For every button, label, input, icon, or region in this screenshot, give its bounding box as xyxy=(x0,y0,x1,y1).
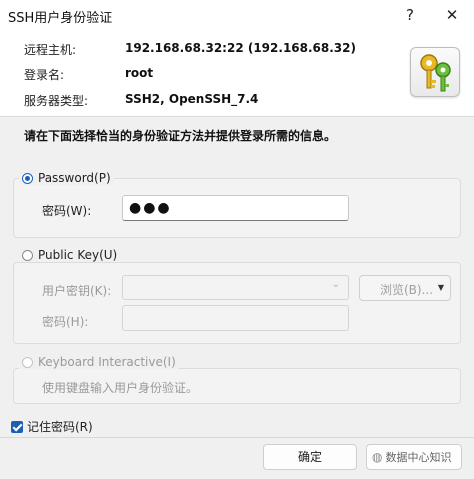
public-key-radio-indicator[interactable] xyxy=(22,249,33,261)
keyboard-interactive-radio-label: Keyboard Interactive(I) xyxy=(38,355,176,369)
passphrase-label: 密码(H): xyxy=(42,315,89,329)
close-button[interactable]: ✕ xyxy=(441,4,463,26)
key-icon xyxy=(410,47,460,97)
password-field-label: 密码(W): xyxy=(42,204,92,218)
login-name-value: root xyxy=(125,66,154,80)
help-button[interactable]: ? xyxy=(399,4,421,26)
browse-button-label: 浏览(B)... xyxy=(380,283,434,297)
user-key-combobox[interactable]: ⌄ xyxy=(122,275,349,300)
browse-button[interactable]: 浏览(B)... ▼ xyxy=(359,275,451,301)
remote-host-label: 远程主机: xyxy=(24,43,77,57)
server-type-label: 服务器类型: xyxy=(24,94,89,108)
server-type-value: SSH2, OpenSSH_7.4 xyxy=(125,92,259,106)
keyboard-interactive-radio[interactable]: Keyboard Interactive(I) xyxy=(19,355,179,369)
chevron-down-icon: ⌄ xyxy=(331,279,340,290)
keyboard-interactive-radio-indicator[interactable] xyxy=(22,356,33,368)
dropdown-arrow-icon: ▼ xyxy=(437,283,444,292)
remember-password-label: 记住密码(R) xyxy=(27,420,93,434)
instruction-text: 请在下面选择恰当的身份验证方法并提供登录所需的信息。 xyxy=(24,129,337,143)
remember-password-checkbox[interactable]: 记住密码(R) xyxy=(11,418,93,435)
ok-button[interactable]: 确定 xyxy=(263,444,357,470)
user-key-label: 用户密钥(K): xyxy=(42,284,112,298)
watermark-text: 数据中心知识 xyxy=(385,451,452,464)
password-input[interactable]: ●●● xyxy=(122,195,349,221)
window-title: SSH用户身份验证 xyxy=(8,11,113,26)
passphrase-input[interactable] xyxy=(122,305,349,331)
password-radio[interactable]: Password(P) xyxy=(19,171,114,185)
public-key-radio-label: Public Key(U) xyxy=(38,248,118,262)
password-input-value: ●●● xyxy=(129,200,172,216)
remote-host-value: 192.168.68.32:22 (192.168.68.32) xyxy=(125,41,356,55)
footer-divider xyxy=(0,437,474,438)
login-name-label: 登录名: xyxy=(24,68,65,82)
password-radio-indicator[interactable] xyxy=(22,172,33,184)
password-radio-label: Password(P) xyxy=(38,171,111,185)
keyboard-interactive-desc: 使用键盘输入用户身份验证。 xyxy=(42,381,199,395)
keys-icon xyxy=(420,54,451,92)
watermark: ◍ 数据中心知识 xyxy=(372,449,451,465)
checkbox-checked-icon[interactable] xyxy=(11,420,23,433)
wechat-icon: ◍ xyxy=(372,450,383,464)
public-key-radio[interactable]: Public Key(U) xyxy=(19,248,121,262)
